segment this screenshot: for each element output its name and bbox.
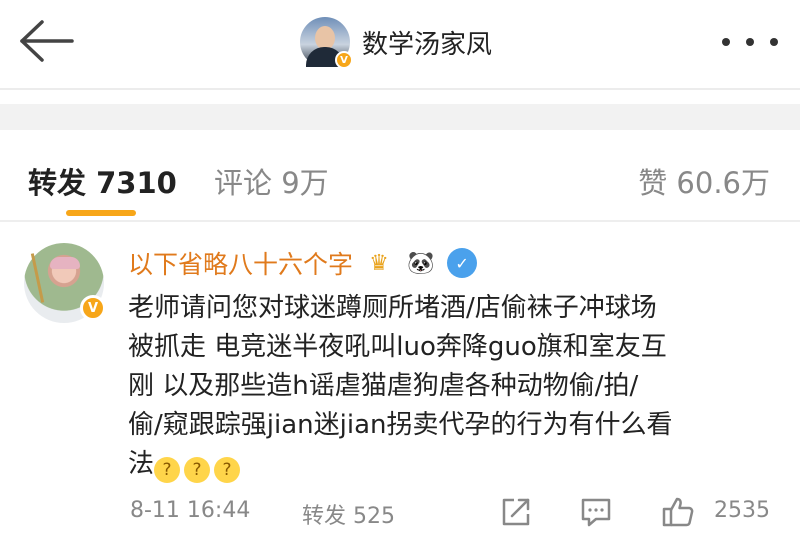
- share-icon: [502, 498, 530, 526]
- commenter-username[interactable]: 以下省略八十六个字: [128, 245, 353, 281]
- confused-emoji-icon: ?: [184, 457, 211, 483]
- author-avatar[interactable]: V: [300, 17, 353, 69]
- comment-line: 法: [128, 449, 155, 479]
- comment-body: 老师请问您对球迷蹲厕所堵酒/店偷袜子冲球场 被抓走 电竞迷半夜吼叫luo奔降gu…: [128, 289, 784, 484]
- page-title: 数学汤家凤: [362, 29, 493, 60]
- active-tab-indicator: [66, 210, 136, 216]
- like-count: 2535: [714, 498, 770, 523]
- comment-last-line: 法???: [128, 445, 784, 484]
- top-bar: V 数学汤家凤: [0, 0, 800, 88]
- top-divider: [0, 88, 800, 90]
- commenter-name-row: 以下省略八十六个字 ♛ 🐼 ✓: [128, 245, 478, 281]
- comment-line: 刚 以及那些造h谣虐猫虐狗虐各种动物偷/拍/: [128, 371, 639, 401]
- verified-badge-icon: V: [335, 51, 353, 69]
- avatar-flagpole: [30, 253, 45, 303]
- share-button[interactable]: [498, 494, 534, 530]
- verified-badge-icon: V: [80, 295, 106, 321]
- more-dot-icon: [770, 38, 778, 46]
- comment-line: 偷/窥跟踪强jian迷jian拐卖代孕的行为有什么看: [128, 410, 673, 440]
- like-button[interactable]: [660, 494, 696, 530]
- confused-emoji-icon: ?: [214, 457, 241, 483]
- page-title-group[interactable]: V 数学汤家凤: [300, 14, 492, 70]
- avatar-hat: [50, 257, 80, 269]
- comment-button[interactable]: [578, 494, 614, 530]
- tab-comment[interactable]: 评论 9万: [214, 160, 329, 202]
- more-button[interactable]: [722, 24, 778, 60]
- more-dot-icon: [746, 38, 754, 46]
- crown-badge-icon[interactable]: ♛: [363, 247, 395, 279]
- arrow-left-icon: [20, 20, 74, 62]
- repost-count-link[interactable]: 转发 525: [302, 498, 395, 530]
- more-dot-icon: [722, 38, 730, 46]
- thumbs-up-icon: [662, 497, 694, 527]
- tab-repost[interactable]: 转发 7310: [28, 160, 177, 202]
- comment-timestamp: 8-11 16:44: [130, 498, 251, 523]
- comment-footer: 8-11 16:44 转发 525 2535: [0, 490, 800, 536]
- panda-badge-icon[interactable]: 🐼: [405, 247, 437, 279]
- comment-line: 被抓走 电竞迷半夜吼叫luo奔降guo旗和室友互: [128, 332, 667, 362]
- comment-icon: [581, 498, 611, 527]
- tab-like[interactable]: 赞 60.6万: [638, 160, 770, 202]
- tab-bar: 转发 7310 评论 9万 赞 60.6万: [0, 130, 800, 222]
- shield-badge-icon[interactable]: ✓: [447, 248, 478, 278]
- commenter-avatar[interactable]: V: [24, 243, 106, 323]
- back-button[interactable]: [16, 16, 76, 66]
- section-gap: [0, 104, 800, 130]
- comment-line: 老师请问您对球迷蹲厕所堵酒/店偷袜子冲球场: [128, 293, 657, 323]
- confused-emoji-icon: ?: [154, 457, 181, 483]
